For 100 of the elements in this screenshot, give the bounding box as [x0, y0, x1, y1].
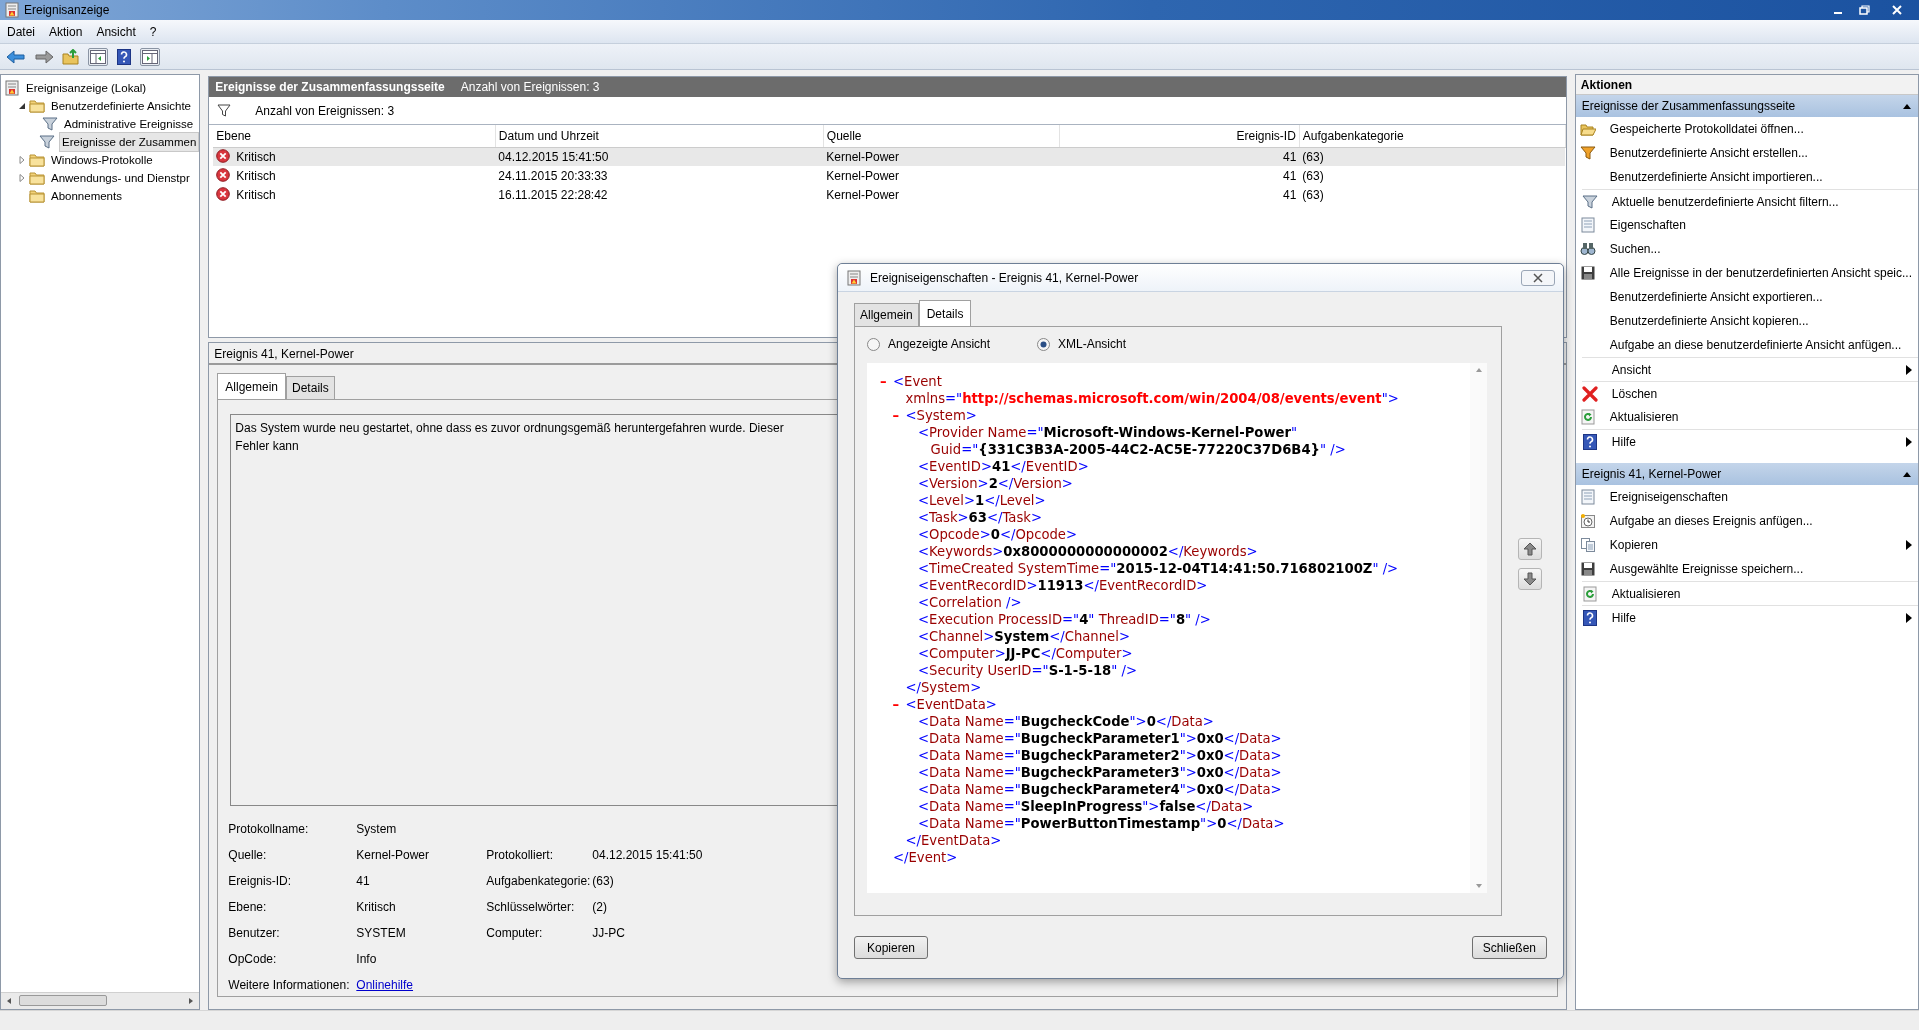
- pane-toggle-button[interactable]: [88, 47, 108, 66]
- vertical-scrollbar[interactable]: [1470, 363, 1487, 893]
- xml-line: <Computer>JJ-PC</Computer>: [918, 645, 1133, 662]
- tree-item[interactable]: Administrative Ereignisse: [62, 115, 196, 133]
- horizontal-scrollbar[interactable]: [1, 992, 200, 1009]
- action-item[interactable]: Löschen: [1611, 381, 1658, 406]
- tree-item[interactable]: Abonnements: [49, 187, 124, 205]
- action-item[interactable]: Suchen...: [1609, 237, 1661, 261]
- table-cell: 41: [1282, 168, 1297, 183]
- help-icon[interactable]: [116, 48, 132, 65]
- action-item[interactable]: Ansicht: [1611, 357, 1652, 382]
- column-header[interactable]: Aufgabenkategorie: [1299, 125, 1566, 147]
- action-item[interactable]: Gespeicherte Protokolldatei öffnen...: [1609, 117, 1804, 141]
- action-item[interactable]: Benutzerdefinierte Ansicht importieren...: [1609, 165, 1823, 189]
- properties-sheet-icon: [1579, 489, 1596, 505]
- scroll-left-icon[interactable]: [5, 997, 13, 1005]
- tab[interactable]: Details: [918, 300, 972, 326]
- tree-item[interactable]: Ereignisse der Zusammen: [59, 132, 200, 152]
- expand-toggle[interactable]: [17, 101, 27, 111]
- menu-item[interactable]: Datei: [0, 20, 42, 43]
- xml-line: <Level>1</Level>: [918, 492, 1046, 509]
- collapse-toggle[interactable]: –: [892, 696, 906, 713]
- xml-line: <Security UserID="S-1-5-18" />: [918, 662, 1138, 679]
- folder-up-icon[interactable]: [62, 48, 80, 65]
- back-arrow-icon[interactable]: [6, 48, 26, 65]
- column-header[interactable]: Datum und Uhrzeit: [495, 125, 824, 147]
- property-label: Quelle:: [228, 847, 268, 864]
- menu-item[interactable]: Ansicht: [89, 20, 143, 43]
- expand-toggle[interactable]: [17, 155, 27, 165]
- next-event-button[interactable]: [1518, 568, 1542, 590]
- scroll-thumb[interactable]: [19, 995, 107, 1006]
- forward-arrow-icon[interactable]: [34, 48, 54, 65]
- panel-title: Ereignisse der Zusammenfassungsseite: [215, 79, 445, 96]
- radio-button[interactable]: [867, 337, 880, 351]
- action-item[interactable]: Eigenschaften: [1609, 213, 1686, 237]
- xml-line: <Data Name="PowerButtonTimestamp">0</Data>: [918, 815, 1285, 832]
- collapse-icon[interactable]: [1902, 102, 1912, 110]
- collapse-toggle[interactable]: –: [880, 373, 893, 390]
- event-row[interactable]: Kritisch 16.11.2015 22:28:42 Kernel-Power 41 (63): [213, 185, 1566, 204]
- funnel-icon: [217, 103, 232, 118]
- action-item[interactable]: Hilfe: [1611, 605, 1636, 630]
- action-item[interactable]: Aufgabe an diese benutzerdefinierte Ansicht anfügen...: [1609, 333, 1902, 357]
- action-item[interactable]: Benutzerdefinierte Ansicht kopieren...: [1609, 309, 1809, 333]
- tab[interactable]: Allgemein: [217, 373, 287, 399]
- help-link[interactable]: Onlinehilfe: [356, 978, 414, 992]
- property-value: JJ-PC: [592, 925, 626, 942]
- tree-item[interactable]: Ereignisanzeige (Lokal): [24, 79, 149, 97]
- column-header[interactable]: Quelle: [823, 125, 1060, 147]
- action-item[interactable]: Benutzerdefinierte Ansicht erstellen...: [1609, 141, 1808, 165]
- pane-toggle-button[interactable]: [140, 47, 160, 66]
- refresh-icon: [1579, 409, 1596, 425]
- help-icon: [1581, 609, 1598, 626]
- tab[interactable]: Details: [286, 376, 335, 399]
- action-item[interactable]: Aktualisieren: [1611, 581, 1681, 606]
- radio-button[interactable]: [1037, 337, 1050, 351]
- action-item[interactable]: Alle Ereignisse in der benutzerdefinierten Ansicht speic...: [1609, 261, 1912, 285]
- event-row[interactable]: Kritisch 24.11.2015 20:33:33 Kernel-Power 41 (63): [213, 166, 1566, 185]
- table-cell: 04.12.2015 15:41:50: [498, 149, 609, 164]
- menu-item[interactable]: ?: [142, 20, 164, 43]
- action-item[interactable]: Kopieren: [1609, 533, 1658, 557]
- tree-item[interactable]: Benutzerdefinierte Ansichte: [49, 97, 193, 115]
- scroll-down-icon[interactable]: [1474, 883, 1483, 889]
- expand-toggle[interactable]: [17, 173, 27, 183]
- property-label: Protokollname:: [228, 821, 310, 838]
- down-arrow-icon: [1522, 571, 1538, 587]
- column-header[interactable]: Ereignis-ID: [1059, 125, 1300, 147]
- table-cell: 16.11.2015 22:28:42: [498, 187, 608, 202]
- xml-line: <Execution ProcessID="4" ThreadID="8" />: [918, 611, 1211, 628]
- action-item[interactable]: Aufgabe an dieses Ereignis anfügen...: [1609, 509, 1813, 533]
- menu-item[interactable]: Aktion: [42, 20, 90, 43]
- properties-sheet-icon: [1579, 217, 1596, 233]
- tree-item[interactable]: Windows-Protokolle: [49, 151, 155, 169]
- column-header[interactable]: Ebene: [213, 125, 496, 147]
- collapse-icon[interactable]: [1902, 470, 1912, 478]
- property-label: Benutzer:: [228, 925, 281, 942]
- scroll-up-icon[interactable]: [1474, 367, 1483, 373]
- table-cell: (63): [1302, 149, 1324, 164]
- action-item[interactable]: Aktualisieren: [1609, 405, 1679, 429]
- xml-line: <Data Name="SleepInProgress">false</Data>: [918, 798, 1254, 815]
- dialog-button[interactable]: Schließen: [1471, 936, 1547, 959]
- xml-line: Guid="{331C3B3A-2005-44C2-AC5E-77220C37D6B4}" />: [930, 441, 1346, 458]
- filter-info: Anzahl von Ereignissen: 3: [255, 102, 395, 120]
- tab[interactable]: Allgemein: [854, 303, 919, 326]
- property-value: 04.12.2015 15:41:50: [592, 847, 704, 864]
- table-cell-text: Kritisch: [236, 167, 276, 185]
- collapse-toggle[interactable]: –: [892, 407, 906, 424]
- close-button[interactable]: [1521, 269, 1555, 286]
- action-item[interactable]: Ereigniseigenschaften: [1609, 485, 1728, 509]
- action-item[interactable]: Hilfe: [1611, 429, 1636, 454]
- tree-item[interactable]: Anwendungs- und Dienstpr: [49, 169, 192, 187]
- cross-icon: [1581, 385, 1598, 402]
- action-item[interactable]: Aktuelle benutzerdefinierte Ansicht filtern...: [1611, 189, 1839, 214]
- action-item[interactable]: Ausgewählte Ereignisse speichern...: [1609, 557, 1804, 581]
- folder-icon: [29, 170, 45, 186]
- previous-event-button[interactable]: [1518, 538, 1542, 560]
- dialog-button[interactable]: Kopieren: [854, 936, 928, 959]
- property-label: OpCode:: [228, 951, 278, 968]
- action-item[interactable]: Benutzerdefinierte Ansicht exportieren...: [1609, 285, 1823, 309]
- table-cell: Kernel-Power: [826, 187, 900, 202]
- description-text: Das System wurde neu gestartet, ohne dass es zuvor ordnungsgemäß heruntergefahren wurde. Dieser Fehler kann: [235, 420, 785, 455]
